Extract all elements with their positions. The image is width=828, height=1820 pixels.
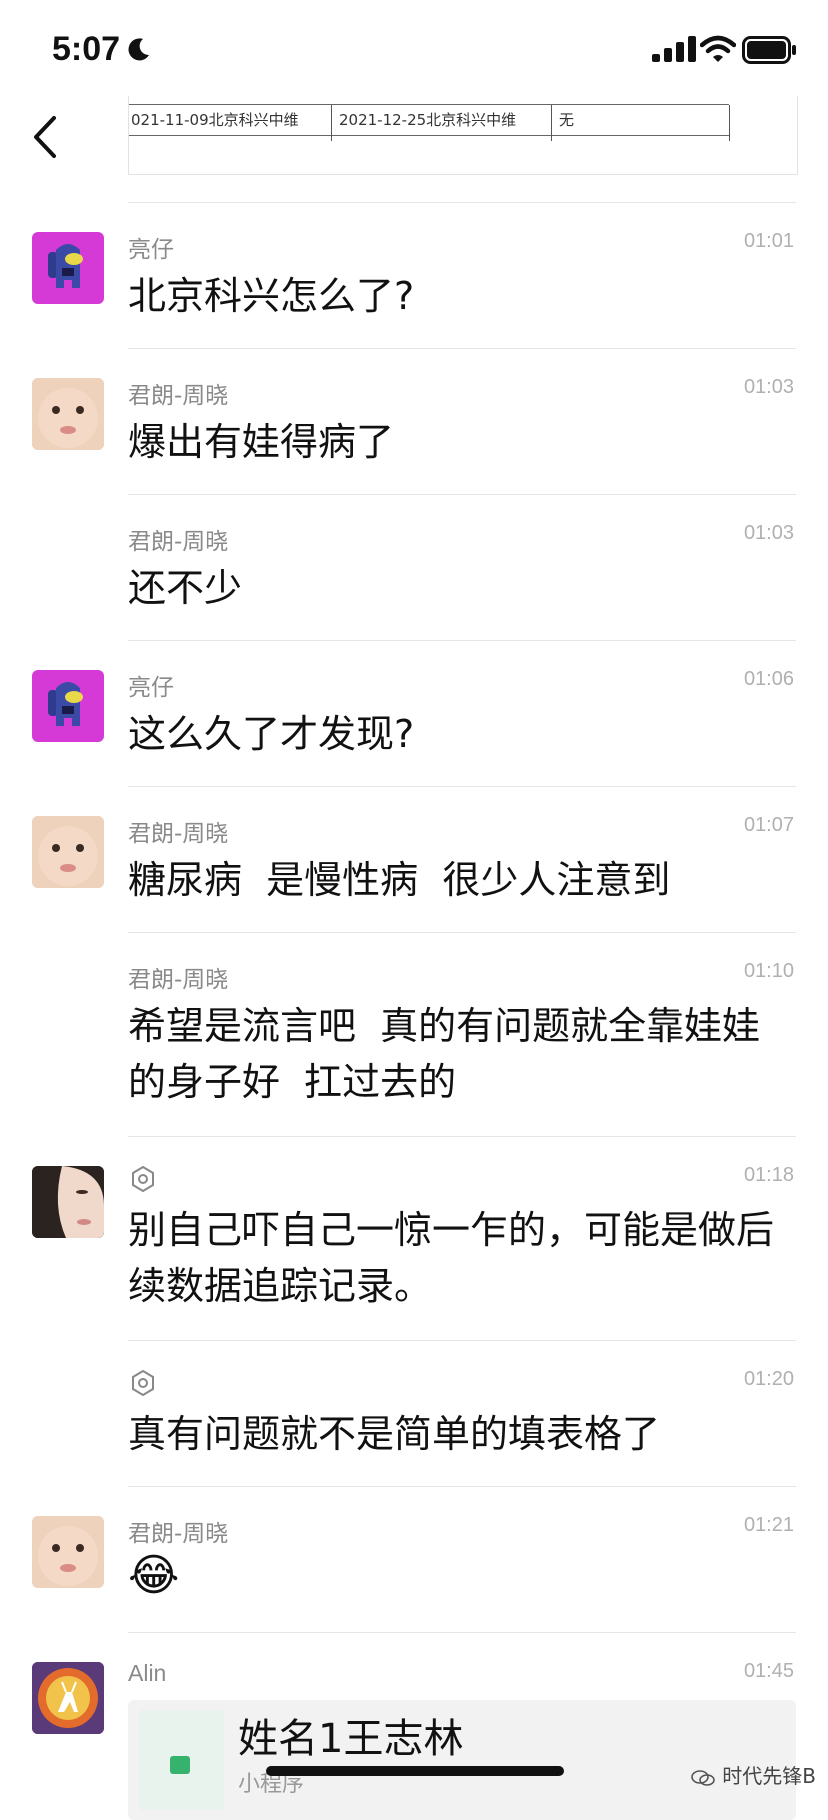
avatar[interactable] (32, 232, 104, 304)
status-time: 5:07 (52, 30, 121, 68)
wechat-icon (691, 1769, 715, 1786)
home-indicator[interactable] (266, 1766, 564, 1776)
avatar[interactable] (32, 378, 104, 450)
attachment-table-image[interactable]: 021-11-09北京科兴中维 2021-12-25北京科兴中维 无 (128, 96, 798, 175)
message-divider (128, 494, 796, 495)
message-divider (128, 1486, 796, 1487)
table-cell: 无 (559, 111, 575, 129)
message-divider (128, 1632, 796, 1633)
moon-icon (128, 38, 149, 61)
message-time: 01:03 (743, 376, 794, 398)
baby-avatar-icon (32, 816, 104, 888)
message-text[interactable]: 爆出有娃得病了 (128, 414, 796, 470)
message-time: 01:03 (743, 522, 794, 544)
message-text[interactable]: 真有问题就不是简单的填表格了 (128, 1406, 796, 1462)
gear-icon (132, 1370, 154, 1396)
message-time: 01:06 (743, 668, 794, 690)
sender-name: 君朗-周晓 (128, 529, 229, 555)
message-divider (128, 202, 796, 203)
message-divider (128, 640, 796, 641)
message-time: 01:21 (743, 1514, 794, 1536)
watermark-text: 时代先锋B (722, 1764, 816, 1788)
message-divider (128, 1340, 796, 1341)
message-divider (128, 932, 796, 933)
sender-name: 君朗-周晓 (128, 1521, 229, 1547)
message-text[interactable]: 希望是流言吧 真的有问题就全靠娃娃的身子好 扛过去的 (128, 998, 796, 1110)
avatar[interactable] (32, 816, 104, 888)
message-divider (128, 1136, 796, 1137)
crewmate-avatar-icon (48, 244, 83, 288)
message-divider (128, 786, 796, 787)
avatar[interactable] (32, 1166, 104, 1238)
gear-icon (132, 1166, 154, 1192)
avatar[interactable] (32, 1662, 104, 1734)
message-text[interactable]: 北京科兴怎么了? (128, 268, 796, 324)
message-time: 01:01 (743, 230, 794, 252)
message-text[interactable]: 这么久了才发现? (128, 706, 796, 762)
sender-name: 亮仔 (128, 675, 174, 701)
table-cell: 2021-12-25北京科兴中维 (339, 111, 517, 129)
deer-avatar-icon (32, 1662, 104, 1734)
woman-avatar-icon (32, 1166, 104, 1238)
baby-avatar-icon (32, 1516, 104, 1588)
baby-avatar-icon (32, 378, 104, 450)
battery-icon (742, 36, 796, 64)
message-text[interactable]: 别自己吓自己一惊一乍的，可能是做后续数据追踪记录。 (128, 1202, 796, 1314)
sender-name: 君朗-周晓 (128, 821, 229, 847)
message-divider (128, 348, 796, 349)
sender-name: Alin (128, 1660, 167, 1686)
avatar[interactable] (32, 670, 104, 742)
table-cell: 021-11-09北京科兴中维 (131, 111, 299, 129)
card-title: 姓名1王志林 (238, 1716, 464, 1762)
message-text[interactable]: 还不少 (128, 560, 796, 616)
emoji-message[interactable]: 😂 (128, 1550, 179, 1601)
table-divider (331, 105, 332, 141)
message-text[interactable]: 糖尿病 是慢性病 很少人注意到 (128, 852, 796, 908)
avatar[interactable] (32, 1516, 104, 1588)
status-bar: 5:07 (0, 0, 828, 100)
table-row: 021-11-09北京科兴中维 2021-12-25北京科兴中维 无 (129, 104, 730, 141)
signal-icon (652, 36, 696, 62)
chevron-left-icon[interactable] (28, 112, 64, 162)
message-time: 01:10 (743, 960, 794, 982)
table-divider (729, 105, 730, 141)
message-time: 01:45 (743, 1660, 794, 1682)
message-time: 01:20 (743, 1368, 794, 1390)
spreadsheet-icon (138, 1710, 224, 1810)
watermark: 时代先锋B (690, 1760, 816, 1789)
wifi-icon (700, 35, 736, 62)
sender-name: 君朗-周晓 (128, 383, 229, 409)
sender-name: 亮仔 (128, 237, 174, 263)
message-time: 01:07 (743, 814, 794, 836)
table-divider (551, 105, 552, 141)
message-time: 01:18 (743, 1164, 794, 1186)
crewmate-avatar-icon (48, 682, 83, 726)
sender-name: 君朗-周晓 (128, 967, 229, 993)
